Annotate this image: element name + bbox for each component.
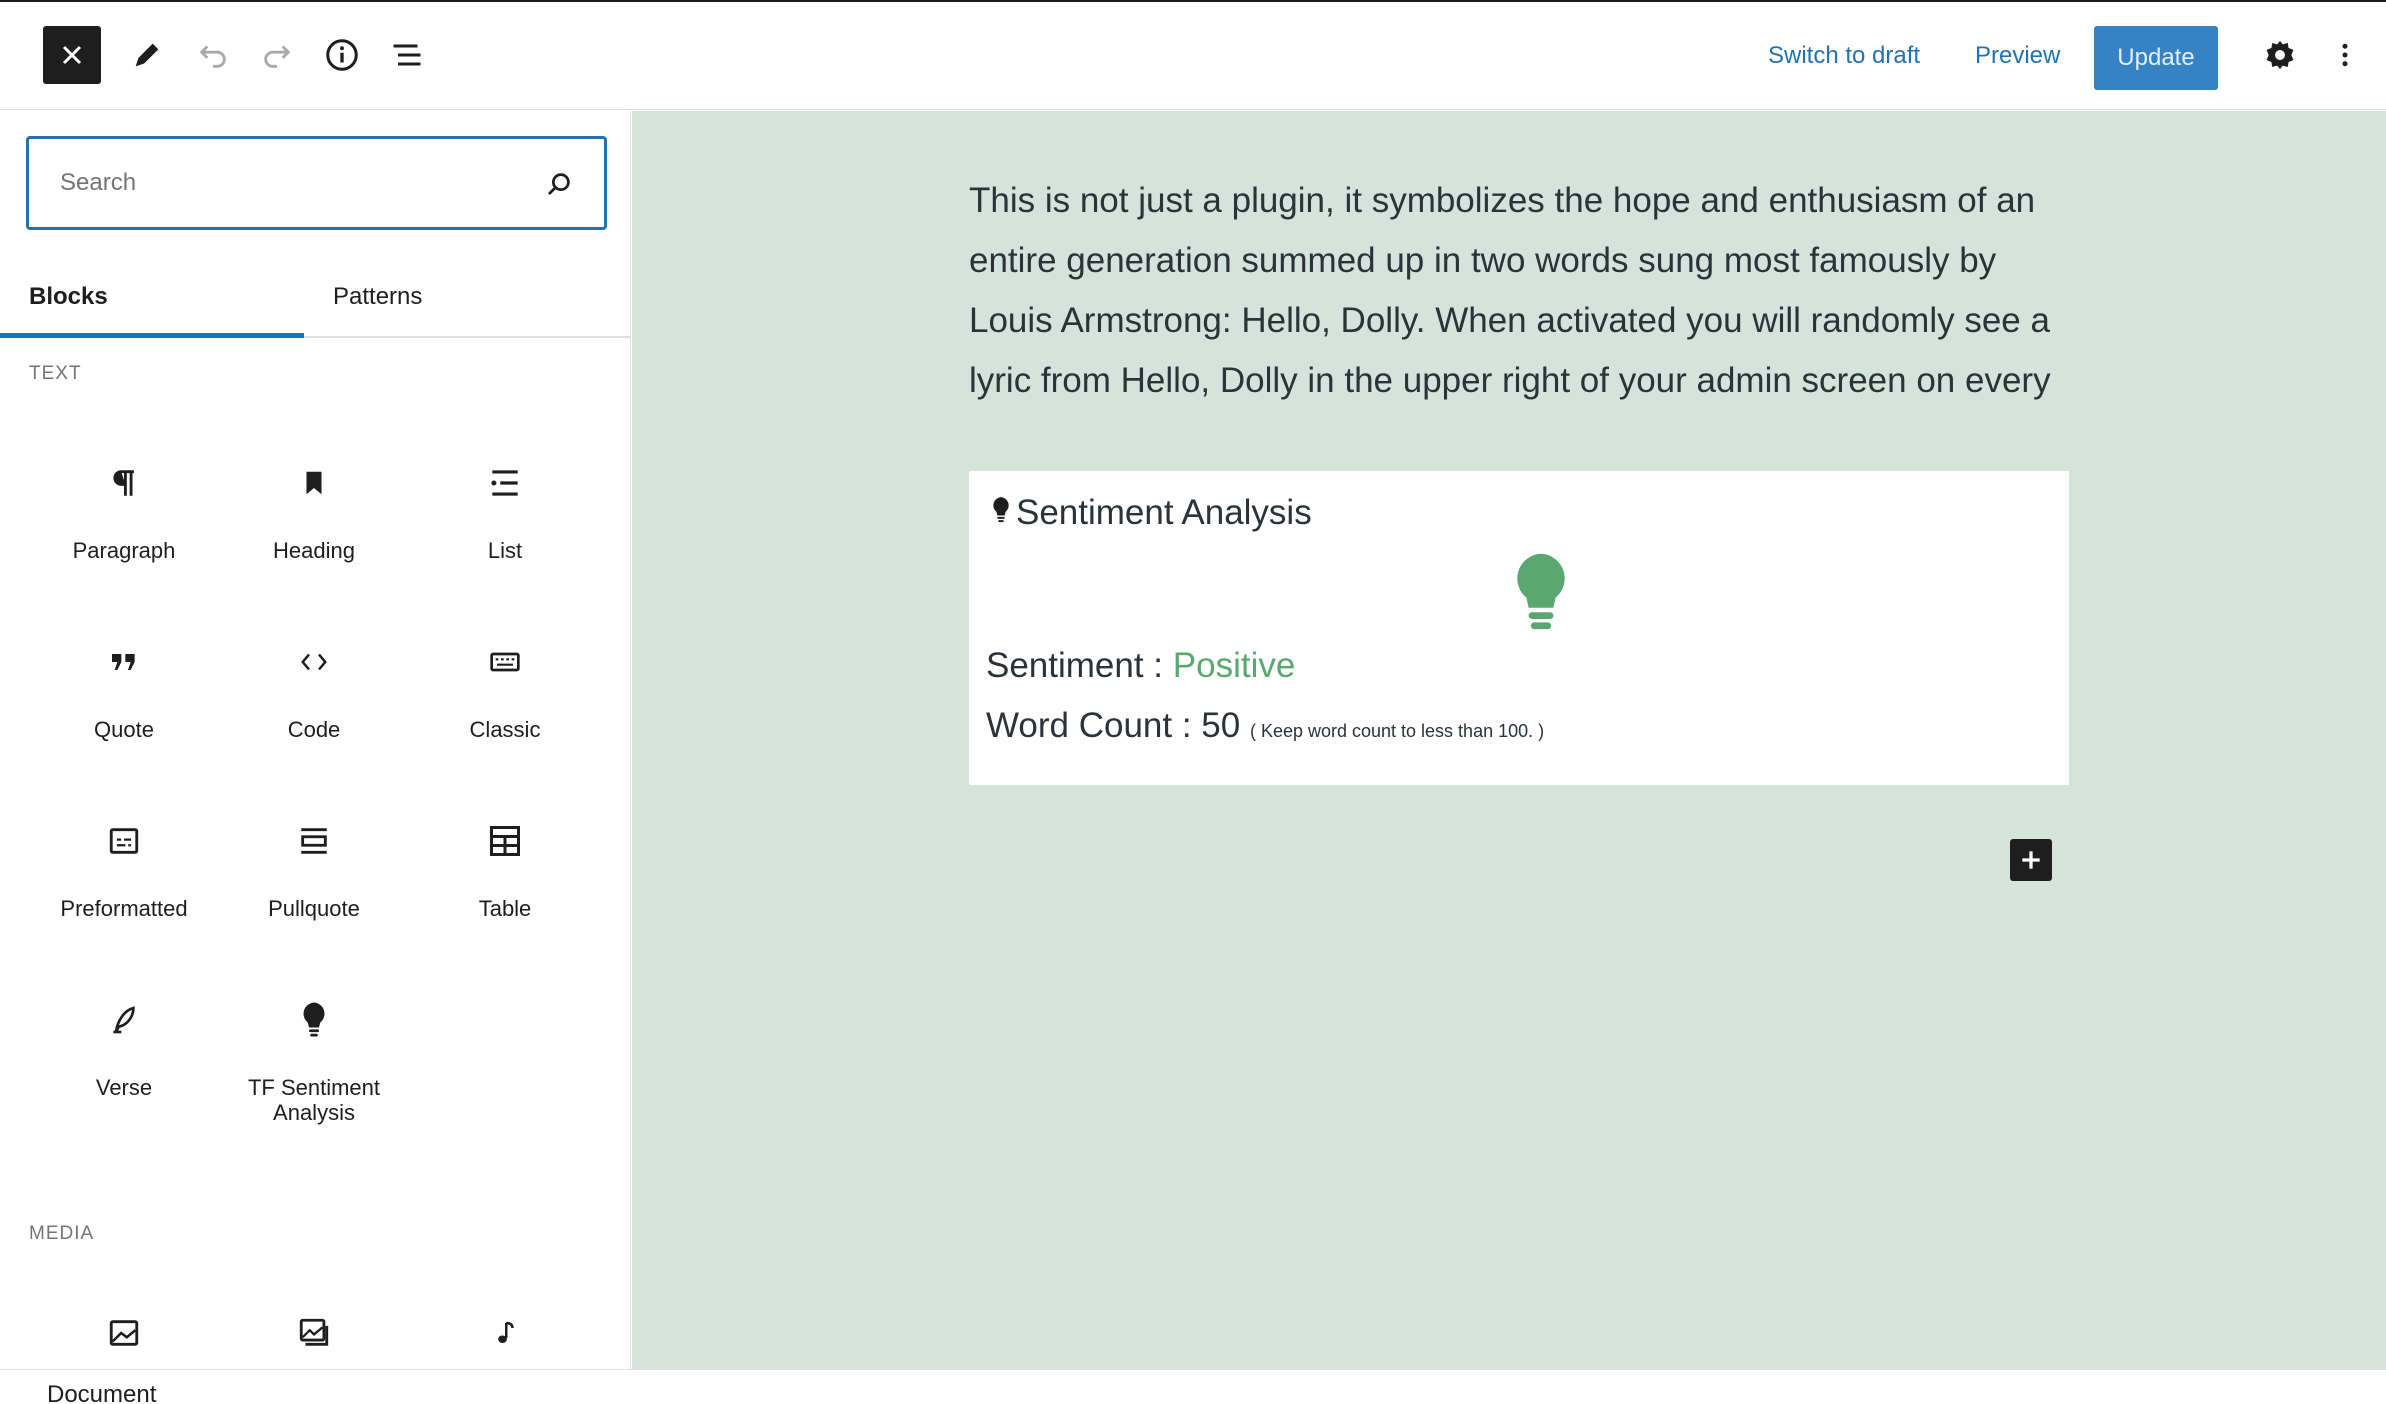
feather-icon: [113, 1006, 135, 1034]
word-count-note: ( Keep word count to less than 100. ): [1249, 721, 1545, 741]
block-label: Quote: [94, 717, 154, 742]
sentiment-title-text: Sentiment Analysis: [1016, 493, 1312, 532]
block-label: Table: [478, 896, 532, 921]
info-icon: [326, 39, 358, 71]
block-label: TF Sentiment Analysis: [247, 1075, 381, 1125]
gear-icon: [2266, 40, 2294, 70]
sentiment-analysis-block[interactable]: Sentiment Analysis Sentiment : Positive …: [969, 471, 2069, 785]
breadcrumb[interactable]: Document: [47, 1381, 156, 1404]
category-heading-media: MEDIA: [29, 1223, 95, 1244]
sentiment-result: Sentiment : Positive: [986, 646, 1295, 686]
vertical-ellipsis-icon: [2342, 43, 2348, 67]
close-icon: [62, 45, 82, 65]
block-label: Preformatted: [60, 896, 188, 921]
search-placeholder: Search: [60, 169, 137, 196]
search-icon: [548, 173, 570, 195]
switch-to-draft-link[interactable]: Switch to draft: [1768, 40, 1920, 72]
block-label: Code: [287, 717, 341, 742]
pullquote-icon: [301, 828, 327, 854]
block-audio[interactable]: [410, 1306, 600, 1360]
editor-footer: Document: [0, 1369, 2386, 1404]
category-heading-text: TEXT: [29, 363, 82, 384]
plus-icon: [2022, 851, 2040, 869]
options-button[interactable]: [2322, 32, 2368, 78]
inserter-tabs: Blocks Patterns: [0, 261, 630, 338]
block-pullquote[interactable]: Pullquote: [219, 814, 409, 921]
details-button[interactable]: [319, 32, 365, 78]
list-view-button[interactable]: [384, 32, 430, 78]
word-count-row: Word Count : 50 ( Keep word count to les…: [986, 706, 1544, 746]
active-tab-indicator: [0, 333, 304, 338]
list-view-icon: [393, 44, 421, 66]
bookmark-icon: [306, 471, 322, 495]
gallery-icon: [299, 1318, 329, 1346]
keyboard-icon: [490, 652, 520, 672]
sentiment-label: Sentiment :: [986, 646, 1173, 685]
block-label: Verse: [95, 1075, 153, 1100]
block-image[interactable]: [29, 1306, 219, 1360]
undo-icon: [199, 45, 226, 68]
block-table[interactable]: Table: [410, 814, 600, 921]
block-preformatted[interactable]: Preformatted: [29, 814, 219, 921]
quote-icon: [112, 654, 135, 670]
paragraph-icon: [113, 470, 134, 496]
lightbulb-icon: [303, 1002, 325, 1037]
block-label: Pullquote: [268, 896, 360, 921]
block-list[interactable]: List: [410, 456, 600, 563]
close-button[interactable]: [43, 26, 101, 84]
settings-button[interactable]: [2257, 32, 2303, 78]
word-count-label: Word Count : 50: [986, 706, 1241, 745]
preview-link[interactable]: Preview: [1975, 40, 2060, 72]
block-tf-sentiment-analysis[interactable]: TF Sentiment Analysis: [219, 993, 409, 1125]
block-heading[interactable]: Heading: [219, 456, 409, 563]
block-verse[interactable]: Verse: [29, 993, 219, 1100]
block-label: Heading: [273, 538, 355, 563]
redo-icon: [264, 45, 291, 68]
block-inserter-panel: Search Blocks Patterns TEXT Paragraph He…: [0, 111, 631, 1369]
block-label: List: [487, 538, 523, 563]
pencil-icon: [135, 43, 159, 67]
tab-patterns[interactable]: Patterns: [333, 261, 422, 338]
list-icon: [491, 470, 518, 496]
block-code[interactable]: Code: [219, 635, 409, 742]
block-gallery[interactable]: [219, 1306, 409, 1360]
add-block-button[interactable]: [2010, 839, 2052, 881]
paragraph-block[interactable]: This is not just a plugin, it symbolizes…: [969, 171, 2079, 411]
image-icon: [109, 1320, 139, 1346]
block-label: Classic: [469, 717, 541, 742]
code-icon: [301, 653, 327, 671]
sentiment-block-title: Sentiment Analysis: [990, 493, 1312, 533]
block-paragraph[interactable]: Paragraph: [29, 456, 219, 563]
lightbulb-icon: [993, 497, 1009, 523]
block-classic[interactable]: Classic: [410, 635, 600, 742]
sentiment-lightbulb-icon: [1517, 553, 1565, 630]
editor-top-toolbar: Switch to draft Preview Update: [0, 0, 2386, 110]
update-button[interactable]: Update: [2094, 26, 2218, 90]
audio-icon: [498, 1321, 514, 1343]
sentiment-value: Positive: [1172, 646, 1296, 685]
preformatted-icon: [109, 828, 139, 854]
block-label: Paragraph: [72, 538, 176, 563]
block-quote[interactable]: Quote: [29, 635, 219, 742]
redo-button[interactable]: [254, 32, 300, 78]
undo-button[interactable]: [190, 32, 236, 78]
table-icon: [490, 826, 520, 856]
edit-tool-button[interactable]: [124, 32, 170, 78]
block-search-input[interactable]: Search: [26, 136, 607, 230]
editor-canvas: This is not just a plugin, it symbolizes…: [632, 111, 2386, 1369]
tab-blocks[interactable]: Blocks: [29, 261, 108, 338]
